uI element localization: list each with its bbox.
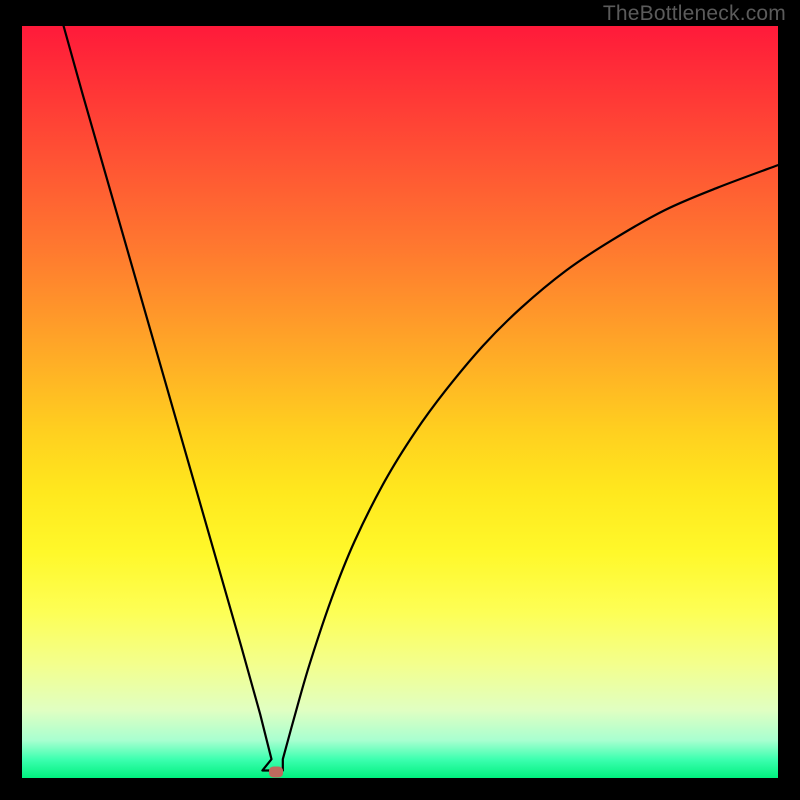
optimal-marker bbox=[269, 766, 283, 777]
plot-area bbox=[22, 26, 778, 778]
watermark-text: TheBottleneck.com bbox=[603, 2, 786, 26]
curve-svg bbox=[22, 26, 778, 778]
chart-frame: TheBottleneck.com bbox=[0, 0, 800, 800]
bottleneck-curve bbox=[64, 26, 778, 770]
